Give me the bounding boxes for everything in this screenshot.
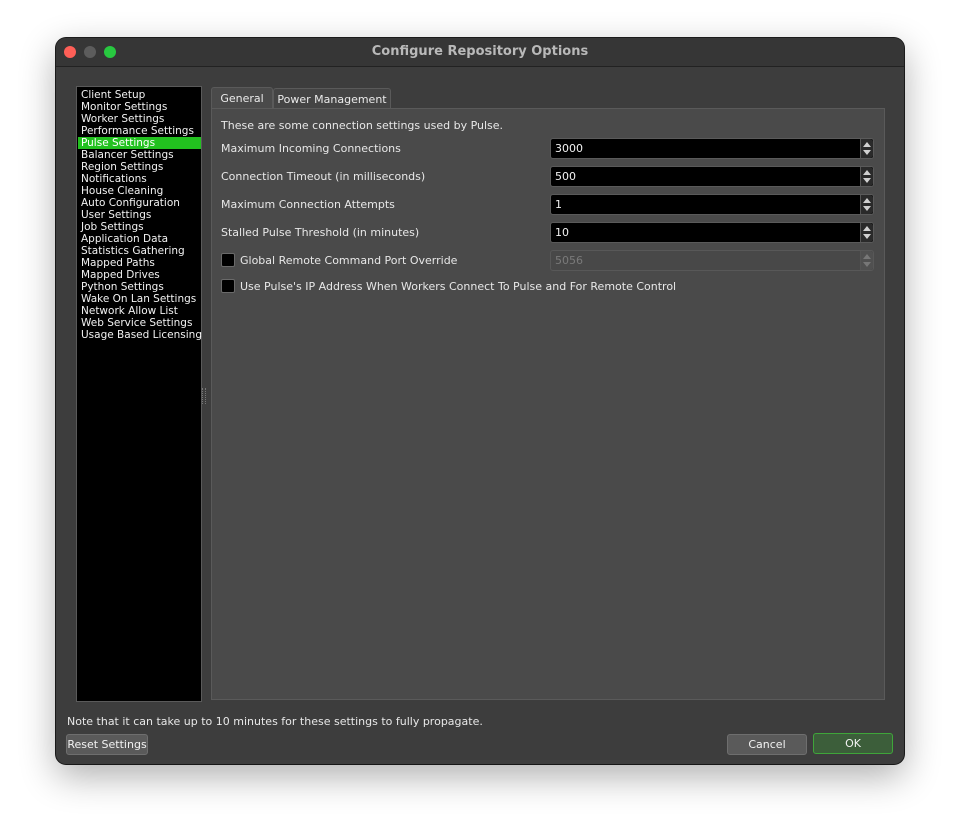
sidebar-item[interactable]: Pulse Settings [78,137,201,149]
stalled-pulse-threshold-label: Stalled Pulse Threshold (in minutes) [221,226,420,239]
tab-general[interactable]: General [211,87,273,110]
stalled-pulse-threshold-value: 10 [555,226,569,239]
general-tab-panel: These are some connection settings used … [211,108,885,700]
sidebar-item[interactable]: Worker Settings [78,113,201,125]
max-incoming-connections-value: 3000 [555,142,583,155]
sidebar-item[interactable]: Wake On Lan Settings [78,293,201,305]
max-incoming-connections-label: Maximum Incoming Connections [221,142,401,155]
sidebar-item[interactable]: Region Settings [78,161,201,173]
sidebar-item[interactable]: Application Data [78,233,201,245]
use-pulse-ip-checkbox[interactable] [221,279,235,293]
sidebar-item[interactable]: Statistics Gathering [78,245,201,257]
sidebar-item[interactable]: Client Setup [78,89,201,101]
spin-arrows-icon[interactable] [860,167,873,186]
sidebar-item[interactable]: Job Settings [78,221,201,233]
spin-arrows-icon[interactable] [860,251,873,270]
max-connection-attempts-value: 1 [555,198,562,211]
connection-timeout-label: Connection Timeout (in milliseconds) [221,170,426,183]
sidebar-item[interactable]: Monitor Settings [78,101,201,113]
sidebar-item[interactable]: Balancer Settings [78,149,201,161]
sidebar-item[interactable]: House Cleaning [78,185,201,197]
splitter-handle[interactable] [202,388,206,404]
sidebar-item[interactable]: User Settings [78,209,201,221]
port-override-input[interactable]: 5056 [550,250,874,271]
spin-arrows-icon[interactable] [860,139,873,158]
dialog-window: Configure Repository Options Client Setu… [56,38,904,764]
sidebar-item[interactable]: Web Service Settings [78,317,201,329]
sidebar-item[interactable]: Usage Based Licensing [78,329,202,341]
sidebar-item[interactable]: Mapped Paths [78,257,201,269]
use-pulse-ip-label: Use Pulse's IP Address When Workers Conn… [240,280,677,293]
title-bar: Configure Repository Options [56,38,904,67]
reset-settings-button[interactable]: Reset Settings [66,734,148,755]
stalled-pulse-threshold-input[interactable]: 10 [550,222,874,243]
connection-timeout-input[interactable]: 500 [550,166,874,187]
max-incoming-connections-input[interactable]: 3000 [550,138,874,159]
spin-arrows-icon[interactable] [860,195,873,214]
spin-arrows-icon[interactable] [860,223,873,242]
max-connection-attempts-label: Maximum Connection Attempts [221,198,395,211]
sidebar-item[interactable]: Notifications [78,173,201,185]
window-title: Configure Repository Options [371,44,589,59]
propagation-note: Note that it can take up to 10 minutes f… [67,715,483,728]
sidebar-item[interactable]: Auto Configuration [78,197,201,209]
sidebar-item[interactable]: Network Allow List [78,305,201,317]
sidebar-item[interactable]: Mapped Drives [78,269,201,281]
connection-timeout-value: 500 [555,170,576,183]
max-connection-attempts-input[interactable]: 1 [550,194,874,215]
tab-power-management[interactable]: Power Management [273,88,391,110]
intro-text: These are some connection settings used … [221,119,504,132]
port-override-checkbox[interactable] [221,253,235,267]
port-override-label: Global Remote Command Port Override [240,254,458,267]
sidebar-item[interactable]: Python Settings [78,281,201,293]
port-override-value: 5056 [555,254,583,267]
sidebar-item[interactable]: Performance Settings [78,125,201,137]
settings-category-list: Client Setup Monitor Settings Worker Setti… [76,86,202,702]
ok-button[interactable]: OK [813,733,893,754]
cancel-button[interactable]: Cancel [727,734,807,755]
